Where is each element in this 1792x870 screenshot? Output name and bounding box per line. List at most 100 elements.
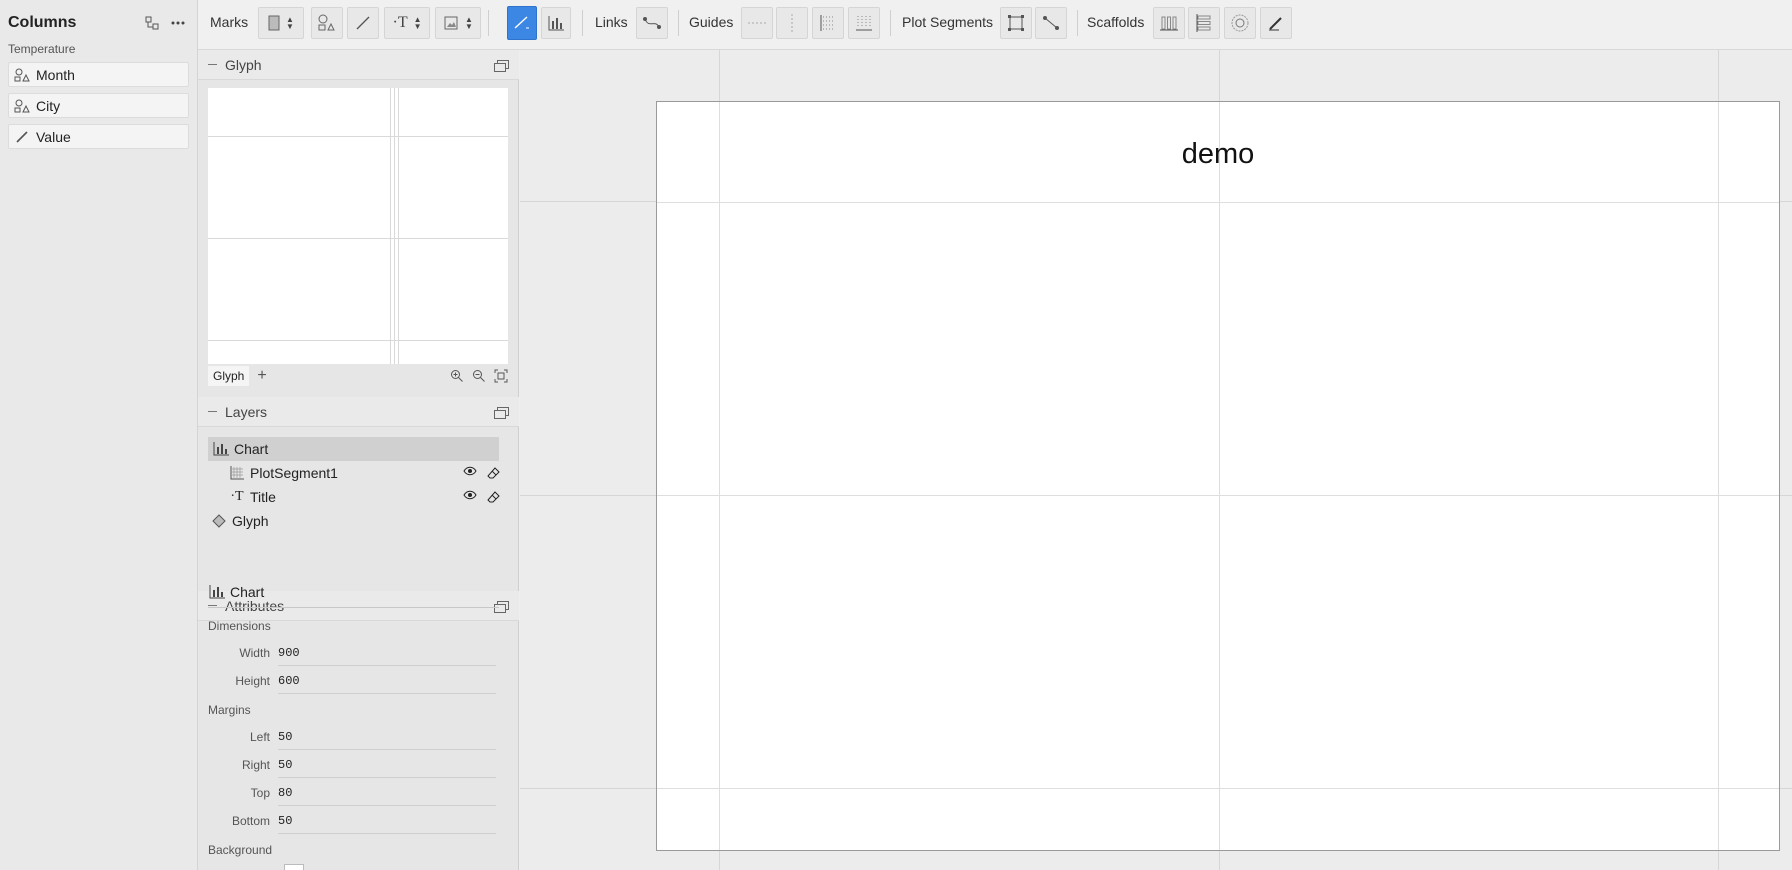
visibility-eye-icon[interactable] [463, 490, 477, 500]
columns-header: Columns [0, 0, 197, 46]
tab-glyph[interactable]: Glyph [208, 366, 250, 386]
dropdown-icon: ▲ ▼ [286, 15, 294, 31]
column-label: Value [36, 128, 71, 145]
zoom-out-icon[interactable] [472, 369, 486, 383]
margin-bottom-input[interactable]: 50 [278, 808, 496, 834]
data-axis-button[interactable] [507, 6, 537, 40]
region-plot-segment-button[interactable] [1000, 7, 1032, 39]
chart-icon [208, 584, 226, 600]
width-field[interactable]: Width 900 [208, 640, 496, 666]
chart-title[interactable]: demo [657, 138, 1779, 171]
layers-section-title: Layers [225, 403, 268, 420]
margin-left-field[interactable]: Left 50 [208, 724, 496, 750]
glyph-section-header[interactable]: Glyph [198, 50, 519, 80]
text-icon: ·T [392, 14, 408, 31]
toolbar-separator [488, 10, 489, 36]
line-segment-icon [1043, 16, 1059, 30]
zoom-fit-icon[interactable] [494, 369, 508, 383]
vertical-scaffold-button[interactable] [1188, 7, 1220, 39]
columns-panel: Columns Temperature Month City Value [0, 0, 198, 870]
grid-icon [228, 465, 246, 481]
chart-icon [212, 441, 230, 457]
text-icon: ·T [230, 489, 244, 504]
layer-item-glyph[interactable]: Glyph [210, 509, 501, 533]
height-label: Height [235, 674, 270, 688]
guides-label: Guides [689, 14, 734, 30]
glyph-editor-canvas[interactable] [208, 88, 508, 364]
link-button[interactable] [636, 7, 668, 39]
undock-icon[interactable] [494, 60, 509, 72]
chart-template-button[interactable] [541, 7, 571, 39]
toolbar-separator [678, 10, 679, 36]
height-field[interactable]: Height 600 [208, 668, 496, 694]
more-options-icon[interactable] [167, 12, 189, 34]
undock-icon[interactable] [494, 407, 509, 419]
toolbar-separator [890, 10, 891, 36]
width-input[interactable]: 900 [278, 640, 496, 666]
grid-line [208, 136, 508, 137]
dataset-name: Temperature [8, 42, 76, 56]
column-item-value[interactable]: Value [8, 124, 189, 149]
margin-right-input[interactable]: 50 [278, 752, 496, 778]
layer-item-plotsegment1[interactable]: PlotSegment1 [228, 461, 509, 485]
line-icon [356, 16, 370, 30]
polar-scaffold-button[interactable] [1224, 7, 1256, 39]
icon-mark-button[interactable]: ▲ ▼ [435, 7, 481, 39]
glyph-icon [210, 513, 228, 529]
background-heading: Background [208, 843, 273, 857]
side-panel: Glyph Glyph + Layers Chart PlotSegment1 [198, 50, 519, 870]
glyph-tabs: Glyph + [208, 364, 508, 388]
add-glyph-icon[interactable]: + [257, 367, 266, 385]
categorical-icon [14, 67, 30, 83]
vertical-guide-button[interactable] [776, 7, 808, 39]
layer-item-title[interactable]: ·T Title [228, 485, 509, 509]
eraser-icon[interactable] [487, 466, 501, 480]
rect-mark-button[interactable]: ▲ ▼ [258, 7, 304, 39]
eraser-icon[interactable] [487, 490, 501, 504]
line-plot-segment-button[interactable] [1035, 7, 1067, 39]
symbol-mark-button[interactable] [311, 7, 343, 39]
horizontal-scaffold-button[interactable] [1153, 7, 1185, 39]
layer-item-chart[interactable]: Chart [208, 437, 499, 461]
margin-left-input[interactable]: 50 [278, 724, 496, 750]
chart-editor-canvas[interactable]: demo [520, 50, 1792, 870]
layers-section-header[interactable]: Layers [198, 397, 519, 427]
dimensions-heading: Dimensions [208, 619, 271, 633]
margin-right-label: Right [241, 758, 270, 772]
margin-line-bottom [657, 788, 1779, 789]
grid-line [394, 88, 395, 364]
height-input[interactable]: 600 [278, 668, 496, 694]
vertical-guide-grid-button[interactable] [848, 7, 880, 39]
column-item-month[interactable]: Month [8, 62, 189, 87]
zoom-in-icon[interactable] [450, 369, 464, 383]
curve-scaffold-button[interactable] [1260, 7, 1292, 39]
grid-line [390, 88, 391, 364]
column-item-city[interactable]: City [8, 93, 189, 118]
bar-chart-icon [548, 16, 564, 31]
text-mark-button[interactable]: ·T ▲ ▼ [384, 7, 430, 39]
background-color-swatch[interactable] [284, 864, 304, 870]
dropdown-icon: ▲ ▼ [465, 15, 473, 31]
scaffolds-label: Scaffolds [1087, 14, 1145, 30]
layer-label: PlotSegment1 [250, 465, 338, 481]
line-mark-button[interactable] [347, 7, 379, 39]
margin-bottom-field[interactable]: Bottom 50 [208, 808, 496, 834]
margin-line-top [657, 202, 1779, 203]
horizontal-guide-button[interactable] [741, 7, 773, 39]
center-line-vertical [1219, 102, 1220, 850]
collapse-icon[interactable] [208, 411, 217, 412]
rect-icon [268, 15, 280, 31]
link-icon [643, 17, 661, 29]
grid-line [208, 340, 508, 341]
margin-right-field[interactable]: Right 50 [208, 752, 496, 778]
chart-frame[interactable]: demo [656, 101, 1780, 851]
margin-top-field[interactable]: Top 80 [208, 780, 496, 806]
width-label: Width [239, 646, 270, 660]
collapse-icon[interactable] [208, 64, 217, 65]
reorder-columns-icon[interactable] [141, 12, 163, 34]
attributes-object-label: Chart [230, 583, 265, 600]
visibility-eye-icon[interactable] [463, 466, 477, 476]
layer-label: Chart [234, 441, 269, 457]
margin-top-input[interactable]: 80 [278, 780, 496, 806]
horizontal-guide-grid-button[interactable] [812, 7, 844, 39]
